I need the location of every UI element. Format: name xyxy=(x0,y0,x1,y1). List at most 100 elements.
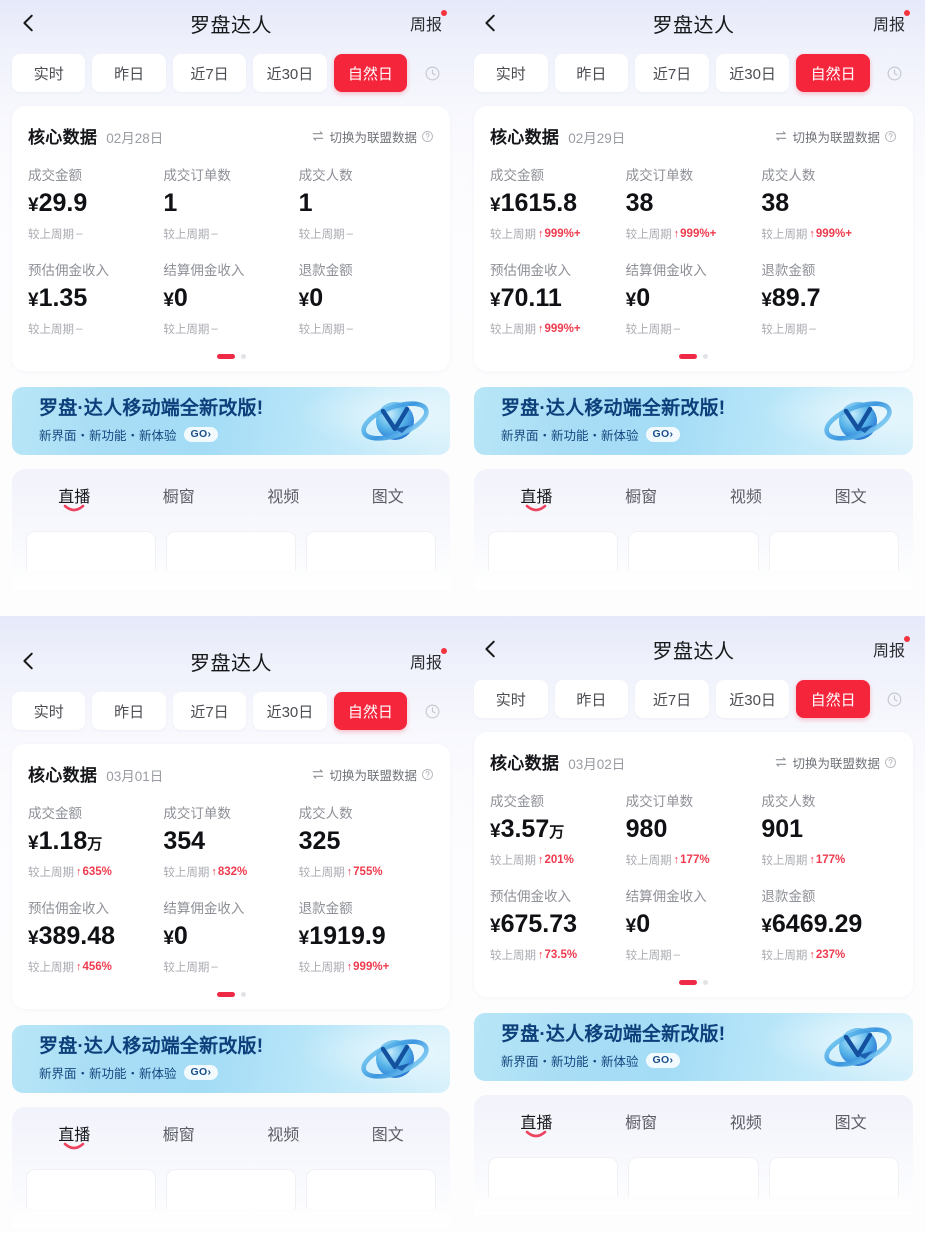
back-icon[interactable] xyxy=(478,10,504,36)
carousel-dot-inactive[interactable] xyxy=(240,991,246,997)
filter-chip-2[interactable]: 近7日 xyxy=(172,692,247,730)
content-tabs-card: 直播 橱窗 视频 图文 xyxy=(12,1107,450,1227)
tab-图文[interactable]: 图文 xyxy=(336,1121,441,1155)
metric-label: 成交金额 xyxy=(490,168,544,183)
tab-subcard-0[interactable] xyxy=(26,1169,156,1209)
filter-chip-3[interactable]: 近30日 xyxy=(253,54,327,92)
filter-chip-1[interactable]: 昨日 xyxy=(92,54,166,92)
tab-subcard-1[interactable] xyxy=(628,531,759,571)
filter-chip-4[interactable]: 自然日 xyxy=(333,692,408,730)
tab-直播[interactable]: 直播 xyxy=(484,483,589,517)
filter-chip-4[interactable]: 自然日 xyxy=(796,680,870,718)
weekly-report-button[interactable]: 周报 xyxy=(410,648,447,673)
back-icon[interactable] xyxy=(16,10,42,36)
metric-delta: 较上周期 ↑ 456% xyxy=(28,959,163,975)
filter-chip-3[interactable]: 近30日 xyxy=(715,54,790,92)
filter-chip-0[interactable]: 实时 xyxy=(474,680,548,718)
tab-橱窗[interactable]: 橱窗 xyxy=(589,1109,694,1143)
banner-go-button[interactable]: GO› xyxy=(645,427,681,443)
filter-chip-0[interactable]: 实时 xyxy=(474,54,548,92)
filter-chip-4[interactable]: 自然日 xyxy=(333,54,408,92)
tab-视频[interactable]: 视频 xyxy=(694,1109,799,1143)
tab-subcard-2[interactable] xyxy=(768,1157,899,1197)
metric-label: 成交订单数 xyxy=(625,794,694,809)
filter-chip-1[interactable]: 昨日 xyxy=(92,692,166,730)
tab-直播[interactable]: 直播 xyxy=(484,1109,589,1143)
tab-直播[interactable]: 直播 xyxy=(22,1121,127,1155)
tab-subcard-0[interactable] xyxy=(26,531,156,571)
question-circle-icon[interactable] xyxy=(421,130,434,143)
carousel-dot-inactive[interactable] xyxy=(703,979,708,985)
filter-chip-3[interactable]: 近30日 xyxy=(253,692,327,730)
tab-橱窗[interactable]: 橱窗 xyxy=(127,483,232,517)
tab-subcard-1[interactable] xyxy=(628,1157,759,1197)
carousel-dot-active[interactable] xyxy=(679,353,697,359)
banner-go-button[interactable]: GO› xyxy=(645,1053,681,1069)
filter-more-icon[interactable] xyxy=(877,680,913,718)
switch-to-alliance-data-button[interactable]: 切换为联盟数据 xyxy=(311,127,434,146)
switch-to-alliance-data-button[interactable]: 切换为联盟数据 xyxy=(311,765,434,784)
tab-图文[interactable]: 图文 xyxy=(798,1109,903,1143)
tab-橱窗[interactable]: 橱窗 xyxy=(589,483,694,517)
weekly-report-button[interactable]: 周报 xyxy=(873,10,910,35)
metric-value: ¥1615.8 xyxy=(490,190,626,217)
metrics-grid: 成交金额 ¥1615.8 较上周期 ↑ 999%+ 成交订单数 38 较上周期 ↑ 999%+ 成交… xyxy=(490,164,897,337)
tab-图文[interactable]: 图文 xyxy=(798,483,903,517)
filter-chip-2[interactable]: 近7日 xyxy=(635,680,709,718)
promo-banner[interactable]: 罗盘·达人移动端全新改版! 新界面・新功能・新体验 GO› xyxy=(474,1013,913,1081)
filter-more-icon[interactable] xyxy=(877,54,913,92)
switch-to-alliance-data-button[interactable]: 切换为联盟数据 xyxy=(774,127,897,146)
question-circle-icon[interactable] xyxy=(884,130,897,143)
tab-图文[interactable]: 图文 xyxy=(336,483,441,517)
metric-delta: 较上周期 – xyxy=(299,321,434,337)
filter-chip-1[interactable]: 昨日 xyxy=(554,54,629,92)
promo-banner[interactable]: 罗盘·达人移动端全新改版! 新界面・新功能・新体验 GO› xyxy=(12,1025,450,1093)
filter-chip-0[interactable]: 实时 xyxy=(12,692,86,730)
tab-视频[interactable]: 视频 xyxy=(694,483,799,517)
back-icon[interactable] xyxy=(16,648,42,674)
delta-value: – xyxy=(76,323,83,335)
banner-go-button[interactable]: GO› xyxy=(183,1065,219,1081)
promo-banner[interactable]: 罗盘·达人移动端全新改版! 新界面・新功能・新体验 GO› xyxy=(474,387,913,455)
back-icon[interactable] xyxy=(478,636,504,662)
carousel-dot-inactive[interactable] xyxy=(703,353,708,359)
filter-chip-1[interactable]: 昨日 xyxy=(554,680,629,718)
carousel-dot-active[interactable] xyxy=(216,991,235,997)
tab-视频[interactable]: 视频 xyxy=(231,483,336,517)
filter-more-icon[interactable] xyxy=(414,54,450,92)
filter-chip-3[interactable]: 近30日 xyxy=(715,680,790,718)
weekly-report-button[interactable]: 周报 xyxy=(873,636,910,661)
delta-increase: ↑ 999%+ xyxy=(674,228,717,240)
tab-视频[interactable]: 视频 xyxy=(231,1121,336,1155)
arrow-up-icon: ↑ xyxy=(809,949,815,961)
carousel-dot-inactive[interactable] xyxy=(240,353,246,359)
tab-subcard-2[interactable] xyxy=(306,1169,436,1209)
tab-subcard-0[interactable] xyxy=(488,531,619,571)
carousel-dot-active[interactable] xyxy=(679,979,697,985)
switch-to-alliance-data-button[interactable]: 切换为联盟数据 xyxy=(774,753,897,772)
metric-delta: 较上周期 ↑ 635% xyxy=(28,864,163,880)
filter-chip-2[interactable]: 近7日 xyxy=(172,54,247,92)
carousel-dot-active[interactable] xyxy=(216,353,235,359)
tab-subcard-1[interactable] xyxy=(166,1169,296,1209)
filter-chip-4[interactable]: 自然日 xyxy=(796,54,870,92)
question-circle-icon[interactable] xyxy=(884,756,897,769)
question-circle-icon[interactable] xyxy=(421,768,434,781)
tab-subcard-0[interactable] xyxy=(488,1157,619,1197)
delta-value: 999%+ xyxy=(815,228,852,240)
metric-item-3: 预估佣金收入 ¥1.35 较上周期 – xyxy=(28,259,163,337)
metric-value: ¥29.9 xyxy=(28,190,163,217)
banner-go-button[interactable]: GO› xyxy=(183,427,219,443)
tab-subcard-1[interactable] xyxy=(166,531,296,571)
tab-橱窗[interactable]: 橱窗 xyxy=(127,1121,232,1155)
promo-banner[interactable]: 罗盘·达人移动端全新改版! 新界面・新功能・新体验 GO› xyxy=(12,387,450,455)
delta-value: 999%+ xyxy=(680,228,717,240)
tab-subcard-2[interactable] xyxy=(306,531,436,571)
metric-number: 0 xyxy=(309,284,324,312)
tab-subcard-2[interactable] xyxy=(768,531,899,571)
tab-直播[interactable]: 直播 xyxy=(22,483,127,517)
filter-chip-0[interactable]: 实时 xyxy=(12,54,86,92)
filter-more-icon[interactable] xyxy=(414,692,450,730)
weekly-report-button[interactable]: 周报 xyxy=(410,10,447,35)
filter-chip-2[interactable]: 近7日 xyxy=(635,54,709,92)
